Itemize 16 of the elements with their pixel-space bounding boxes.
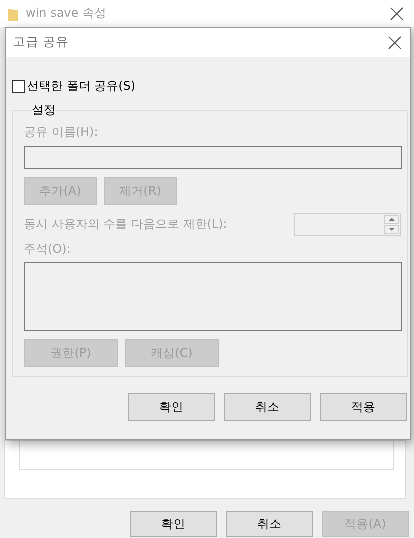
dialog-button[interactable]: 취소	[224, 393, 311, 421]
field-label: 주석(O):	[24, 241, 72, 257]
close-icon[interactable]	[390, 6, 404, 20]
folder-icon	[8, 6, 18, 20]
dialog-button[interactable]: 확인	[128, 393, 215, 421]
dialog-button[interactable]: 확인	[130, 511, 217, 537]
checkbox-label[interactable]: 선택한 폴더 공유(S)	[27, 78, 136, 94]
checkbox[interactable]	[12, 80, 25, 92]
close-icon[interactable]	[388, 36, 402, 50]
dialog-button[interactable]: 취소	[226, 511, 313, 537]
field-label: 공유 이름(H):	[24, 124, 100, 140]
window-title: win save 속성	[26, 5, 108, 22]
group-title: 설정	[31, 102, 57, 119]
dialog-button[interactable]: 적용	[320, 393, 407, 421]
field-label: 동시 사용자의 수를 다음으로 제한(L):	[24, 216, 228, 233]
dialog-title: 고급 공유	[13, 34, 69, 51]
